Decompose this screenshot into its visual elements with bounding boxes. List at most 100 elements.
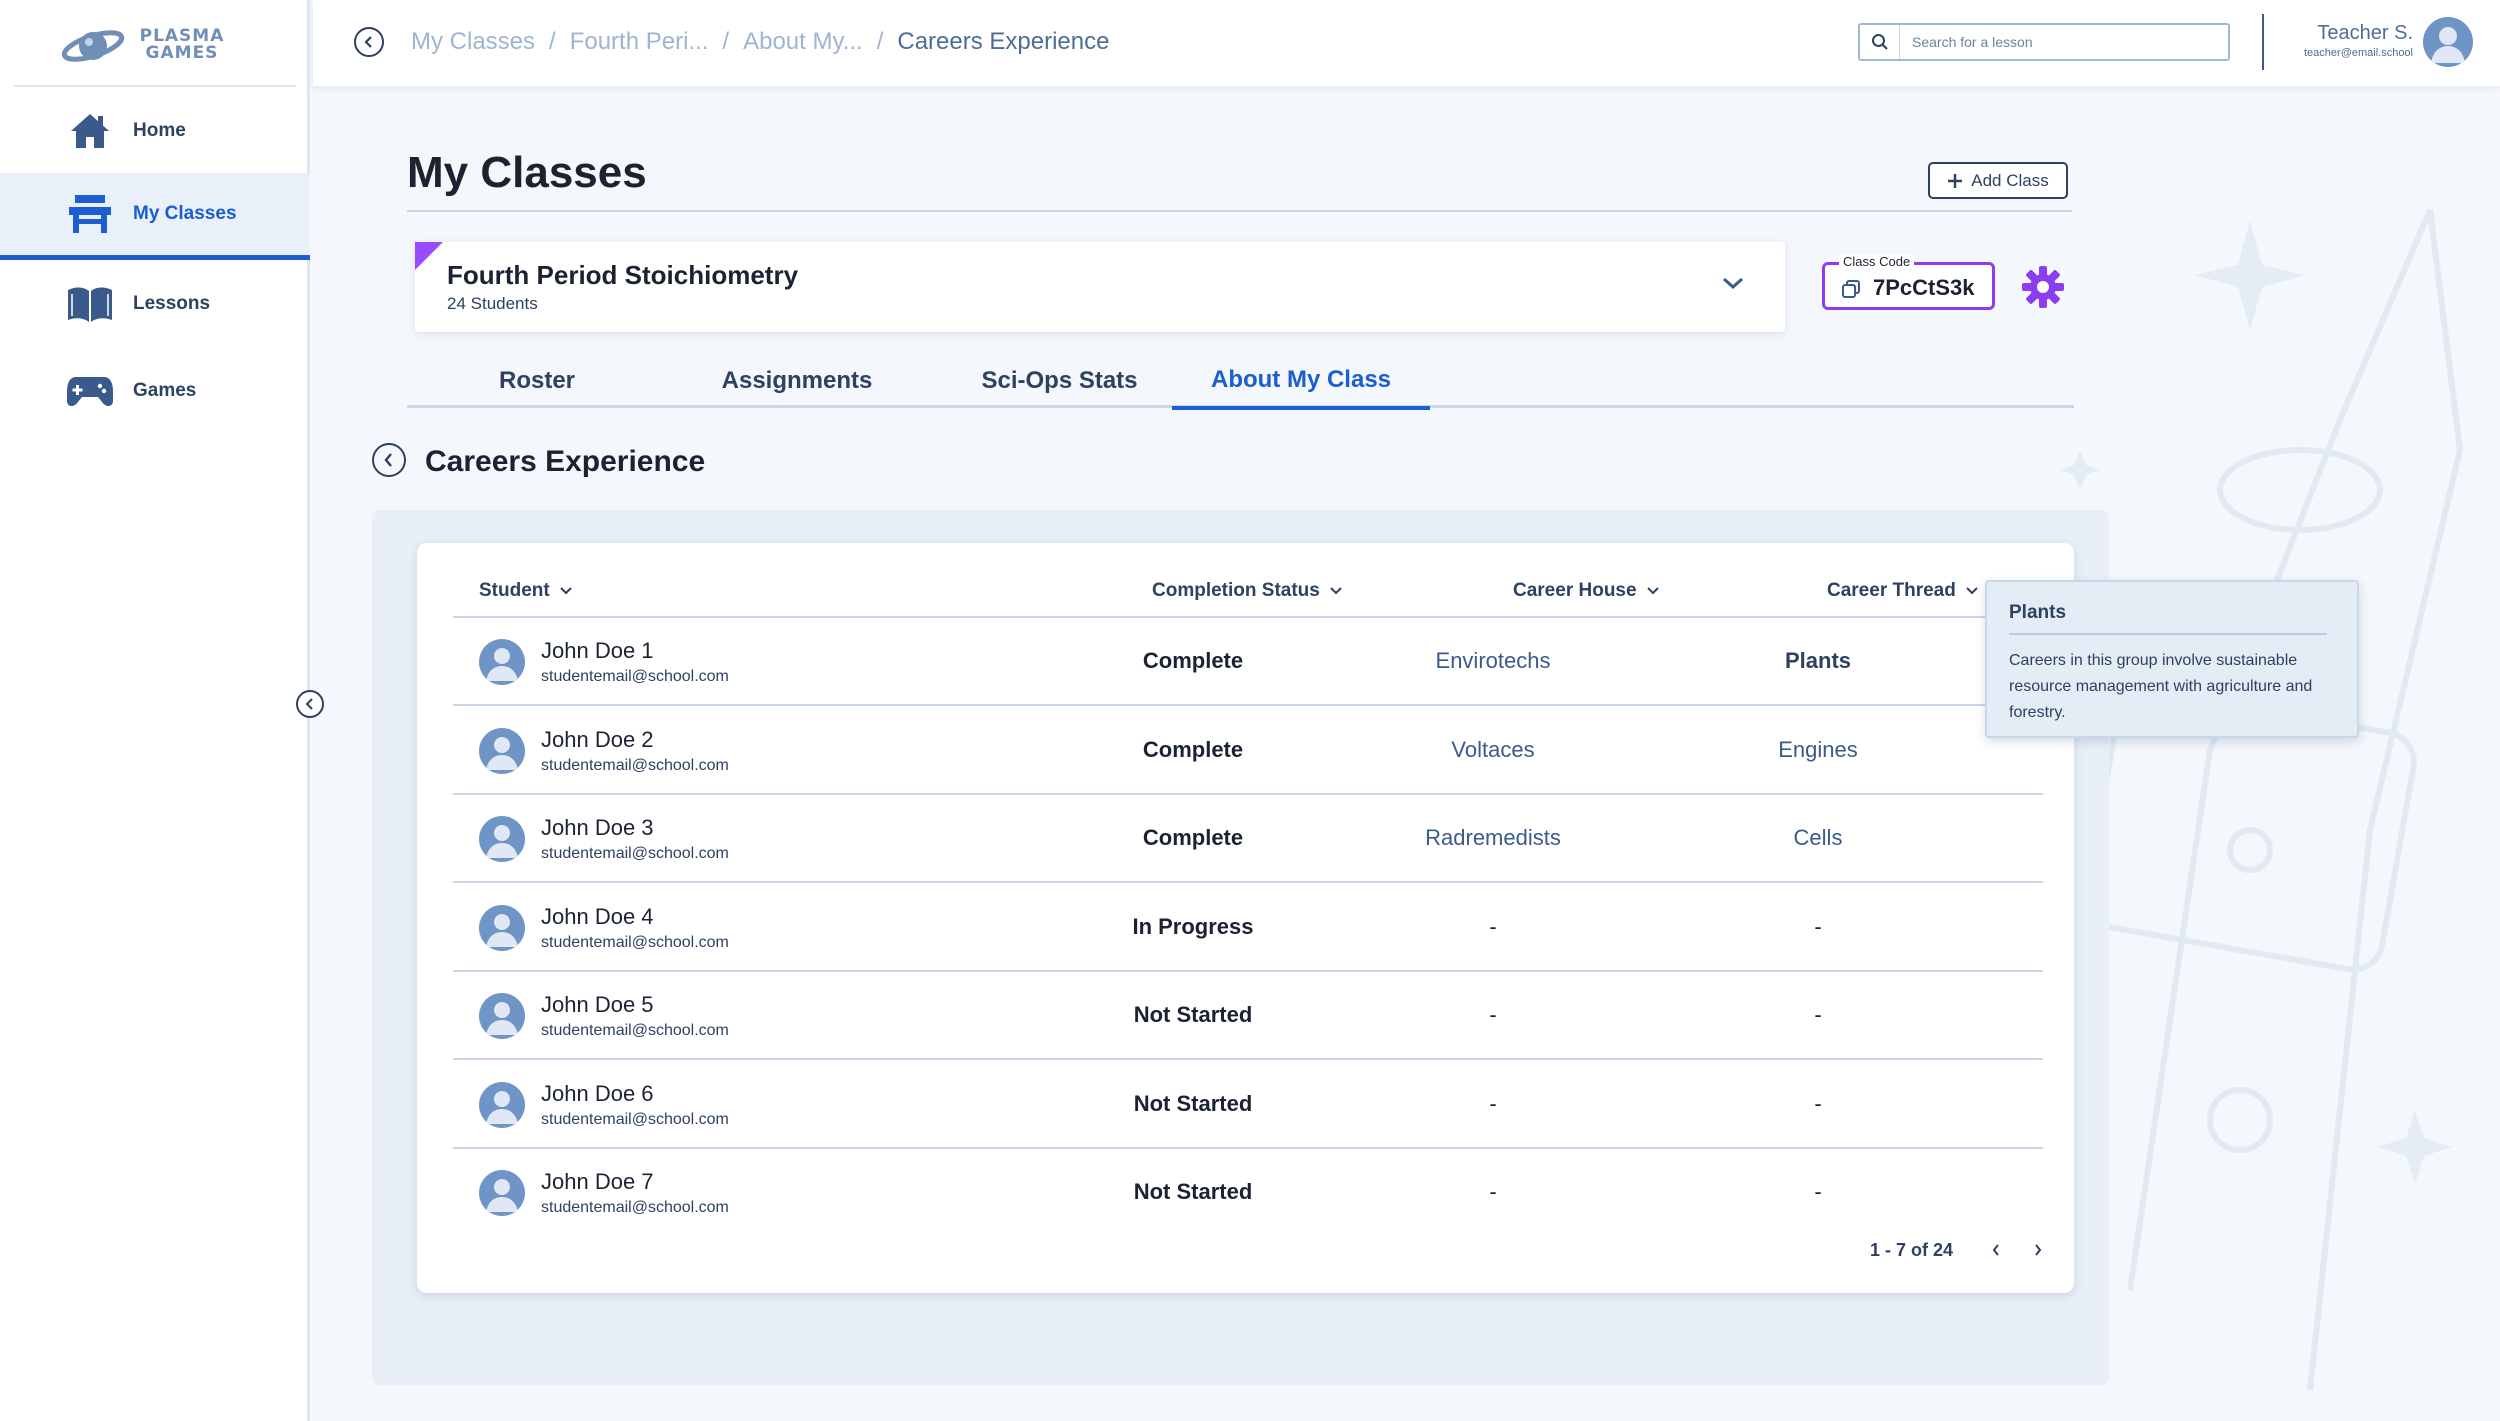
- chevron-left-icon: [305, 698, 313, 710]
- breadcrumb-about-my-class[interactable]: About My...: [743, 28, 863, 56]
- table-row[interactable]: John Doe 1 studentemail@school.com Complet…: [453, 618, 2043, 706]
- career-house: -: [1489, 1002, 1497, 1027]
- breadcrumb-separator: /: [549, 28, 556, 55]
- chevron-down-icon: [560, 587, 572, 595]
- plasma-games-logo[interactable]: PLASMA GAMES: [58, 20, 238, 70]
- chevron-left-icon: [364, 36, 372, 48]
- student-name[interactable]: John Doe 1: [541, 638, 654, 664]
- column-header-label: Career House: [1513, 580, 1637, 601]
- student-email: studentemail@school.com: [541, 1199, 729, 1216]
- career-house[interactable]: Radremedists: [1373, 825, 1613, 851]
- column-header-career-house[interactable]: Career House: [1513, 580, 1659, 602]
- class-color-tag: [415, 242, 443, 270]
- table-row[interactable]: John Doe 2 studentemail@school.com Complet…: [453, 707, 2043, 795]
- student-name[interactable]: John Doe 3: [541, 815, 654, 841]
- student-avatar-icon: [486, 736, 518, 770]
- student-email: studentemail@school.com: [541, 933, 729, 951]
- career-thread-tooltip: Plants Careers in this group involve sus…: [1985, 580, 2359, 738]
- student-avatar-icon: [486, 1179, 518, 1212]
- sidebar-item-home[interactable]: Home: [0, 89, 310, 173]
- chevron-right-icon: [2035, 1244, 2042, 1256]
- table-row[interactable]: John Doe 5 studentemail@school.com Not Sta…: [453, 972, 2043, 1060]
- career-house[interactable]: Envirotechs: [1373, 648, 1613, 674]
- sidebar-item-my-classes[interactable]: My Classes: [0, 173, 310, 260]
- sidebar-item-games[interactable]: Games: [0, 349, 310, 433]
- chevron-down-icon: [1330, 587, 1342, 595]
- add-class-label: Add Class: [1971, 170, 2049, 190]
- search-icon: [1860, 25, 1900, 59]
- column-header-completion-status[interactable]: Completion Status: [1152, 580, 1342, 602]
- career-thread: -: [1814, 1002, 1822, 1027]
- user-avatar[interactable]: [2423, 17, 2473, 67]
- student-avatar: [479, 1170, 525, 1216]
- career-thread[interactable]: Plants: [1698, 648, 1938, 674]
- next-page-button[interactable]: [2027, 1239, 2049, 1261]
- student-name[interactable]: John Doe 2: [541, 727, 654, 753]
- student-name[interactable]: John Doe 6: [541, 1081, 654, 1107]
- career-thread: -: [1814, 1179, 1822, 1204]
- tab-sci-ops-stats[interactable]: Sci-Ops Stats: [927, 354, 1192, 408]
- student-email: studentemail@school.com: [541, 845, 729, 862]
- tab-assignments[interactable]: Assignments: [667, 354, 927, 408]
- student-name[interactable]: John Doe 4: [541, 904, 654, 930]
- class-student-count: 24 Students: [447, 294, 538, 313]
- divider: [2262, 14, 2264, 70]
- student-email: studentemail@school.com: [541, 668, 729, 685]
- search-input[interactable]: [1900, 34, 2200, 50]
- student-avatar: [479, 816, 525, 862]
- breadcrumb-current: Careers Experience: [897, 28, 1110, 55]
- column-header-student[interactable]: Student: [479, 580, 572, 602]
- career-thread[interactable]: Cells: [1698, 825, 1938, 851]
- career-house: -: [1489, 1090, 1497, 1116]
- add-class-button[interactable]: Add Class: [1928, 162, 2068, 199]
- student-avatar: [479, 1081, 525, 1128]
- section-back-button[interactable]: [372, 443, 406, 477]
- careers-table: Student Completion Status Career House C…: [417, 543, 2074, 1293]
- sidebar: PLASMA GAMES Home My Classes Lessons Gam…: [0, 0, 310, 1421]
- home-icon: [66, 110, 114, 152]
- completion-status: Not Started: [1133, 1179, 1253, 1204]
- student-name[interactable]: John Doe 7: [541, 1169, 654, 1195]
- plus-icon: [1948, 173, 1963, 188]
- collapse-sidebar-button[interactable]: [296, 690, 324, 718]
- chevron-down-icon: [1966, 587, 1978, 595]
- student-email: studentemail@school.com: [541, 1022, 729, 1039]
- student-name[interactable]: John Doe 5: [541, 992, 654, 1018]
- column-header-career-thread[interactable]: Career Thread: [1827, 580, 1978, 602]
- table-row[interactable]: John Doe 7 studentemail@school.com Not Sta…: [453, 1149, 2043, 1237]
- tab-about-my-class[interactable]: About My Class: [1172, 354, 1430, 410]
- career-thread: -: [1814, 913, 1822, 939]
- student-email: studentemail@school.com: [541, 1110, 729, 1128]
- column-header-label: Career Thread: [1827, 580, 1956, 601]
- class-name: Fourth Period Stoichiometry: [447, 260, 799, 290]
- copy-icon: [1842, 280, 1860, 298]
- student-email: studentemail@school.com: [541, 756, 729, 774]
- table-row[interactable]: John Doe 6 studentemail@school.com Not Sta…: [453, 1061, 2043, 1149]
- table-row[interactable]: John Doe 3 studentemail@school.com Complet…: [453, 795, 2043, 883]
- chevron-left-icon: [384, 453, 392, 467]
- class-code-label: Class Code: [1839, 254, 1915, 269]
- gear-icon[interactable]: [2021, 265, 2065, 309]
- breadcrumb-class[interactable]: Fourth Peri...: [570, 28, 709, 56]
- career-thread[interactable]: Engines: [1698, 737, 1938, 763]
- breadcrumb-separator: /: [722, 28, 730, 55]
- sidebar-item-lessons[interactable]: Lessons: [0, 262, 310, 346]
- class-selector-dropdown[interactable]: Fourth Period Stoichiometry 24 Students: [415, 242, 1785, 332]
- previous-page-button[interactable]: [1985, 1239, 2007, 1261]
- divider: [14, 85, 296, 87]
- completion-status: Not Started: [1133, 1002, 1253, 1027]
- breadcrumb: My Classes / Fourth Peri... / About My..…: [411, 28, 1109, 56]
- table-row[interactable]: John Doe 4 studentemail@school.com In Prog…: [453, 884, 2043, 972]
- tab-roster[interactable]: Roster: [407, 354, 667, 408]
- class-tabs: Roster Assignments Sci-Ops Stats About M…: [407, 354, 2074, 410]
- divider: [407, 210, 2072, 212]
- class-code-value: 7PcCtS3k: [1873, 275, 1975, 300]
- back-button[interactable]: [354, 27, 384, 57]
- career-thread: -: [1814, 1090, 1822, 1116]
- breadcrumb-my-classes[interactable]: My Classes: [411, 28, 535, 56]
- student-avatar: [479, 639, 525, 685]
- class-code-copy-button[interactable]: Class Code 7PcCtS3k: [1822, 254, 1995, 310]
- page-title: My Classes: [407, 148, 647, 197]
- breadcrumb-separator: /: [876, 28, 884, 55]
- career-house[interactable]: Voltaces: [1373, 737, 1613, 763]
